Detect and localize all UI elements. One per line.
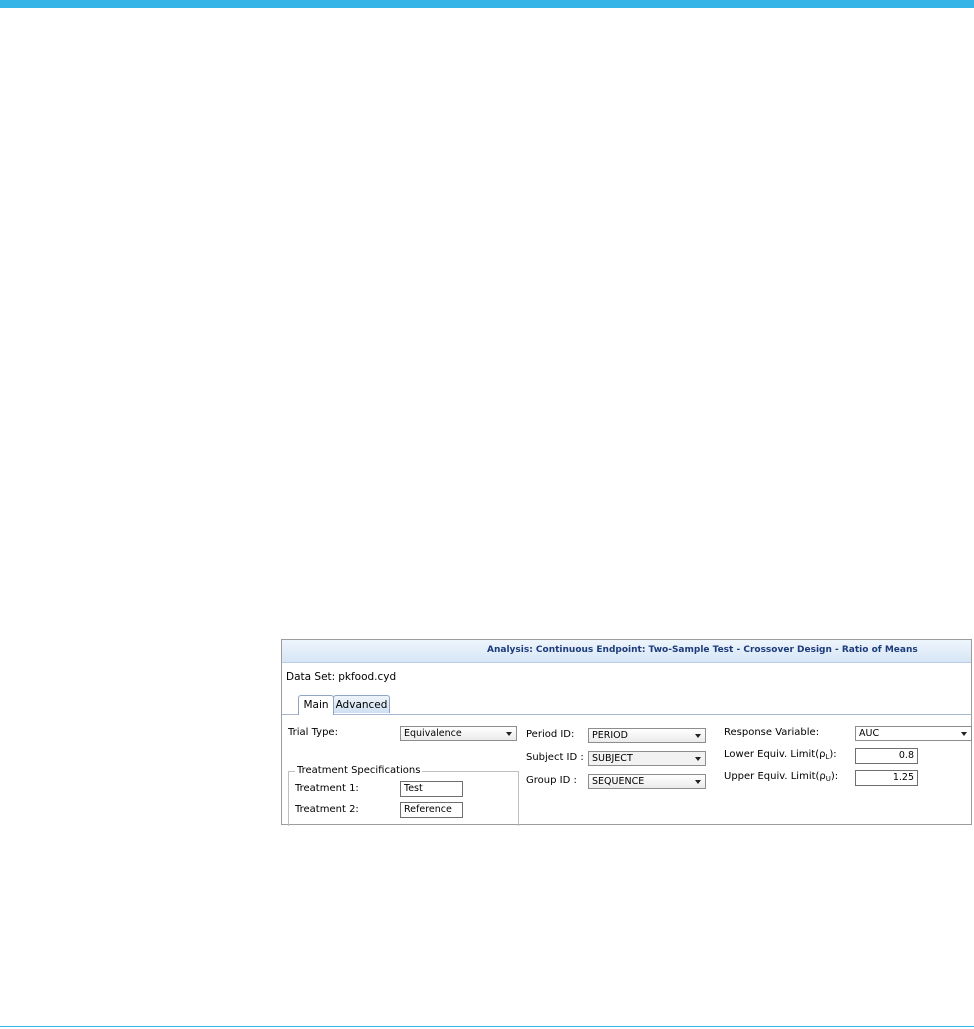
chevron-down-icon (506, 732, 512, 736)
subject-id-value: SUBJECT (592, 753, 633, 764)
upper-limit-label-close: ): (830, 771, 839, 782)
tab-advanced[interactable]: Advanced (333, 695, 390, 713)
dialog-titlebar: Analysis: Continuous Endpoint: Two-Sampl… (282, 640, 971, 663)
tab-main[interactable]: Main (298, 695, 334, 715)
dataset-row: Data Set: pkfood.cyd (286, 671, 396, 683)
chevron-down-icon (695, 757, 701, 761)
treatment-1-input[interactable]: Test (400, 781, 463, 797)
subject-id-label: Subject ID : (526, 752, 584, 763)
dialog-title: Analysis: Continuous Endpoint: Two-Sampl… (487, 645, 918, 655)
response-variable-value: AUC (859, 728, 880, 739)
upper-limit-input[interactable]: 1.25 (855, 770, 918, 786)
treatment-1-label: Treatment 1: (295, 783, 359, 794)
upper-limit-label: Upper Equiv. Limit(ρU): (724, 771, 838, 783)
chevron-down-icon (695, 734, 701, 738)
dataset-name: pkfood.cyd (338, 671, 397, 683)
tab-bar: Main Advanced (282, 695, 971, 715)
lower-limit-label-close: ): (829, 749, 837, 760)
dataset-label: Data Set: (286, 671, 336, 683)
period-id-label: Period ID: (526, 729, 575, 740)
lower-limit-label-text: Lower Equiv. Limit(ρ (724, 749, 826, 760)
upper-limit-label-text: Upper Equiv. Limit(ρ (724, 771, 826, 782)
group-id-select[interactable]: SEQUENCE (588, 774, 706, 789)
chevron-down-icon (961, 732, 967, 736)
treatment-2-label: Treatment 2: (295, 804, 359, 815)
trial-type-label: Trial Type: (288, 727, 338, 738)
bottom-rule (0, 1026, 974, 1027)
subject-id-select[interactable]: SUBJECT (588, 751, 706, 766)
period-id-select[interactable]: PERIOD (588, 728, 706, 743)
treatment-group-title: Treatment Specifications (295, 765, 423, 776)
period-id-value: PERIOD (592, 730, 628, 741)
group-id-value: SEQUENCE (592, 776, 645, 787)
treatment-2-input[interactable]: Reference (400, 802, 463, 818)
group-id-label: Group ID : (526, 775, 577, 786)
lower-limit-label: Lower Equiv. Limit(ρL): (724, 749, 837, 761)
analysis-dialog: Analysis: Continuous Endpoint: Two-Sampl… (281, 639, 972, 826)
top-accent-bar (0, 0, 974, 8)
response-variable-label: Response Variable: (724, 727, 820, 738)
trial-type-value: Equivalence (404, 728, 462, 739)
trial-type-select[interactable]: Equivalence (400, 726, 517, 741)
response-variable-select[interactable]: AUC (855, 726, 972, 741)
lower-limit-input[interactable]: 0.8 (855, 748, 918, 764)
chevron-down-icon (695, 780, 701, 784)
